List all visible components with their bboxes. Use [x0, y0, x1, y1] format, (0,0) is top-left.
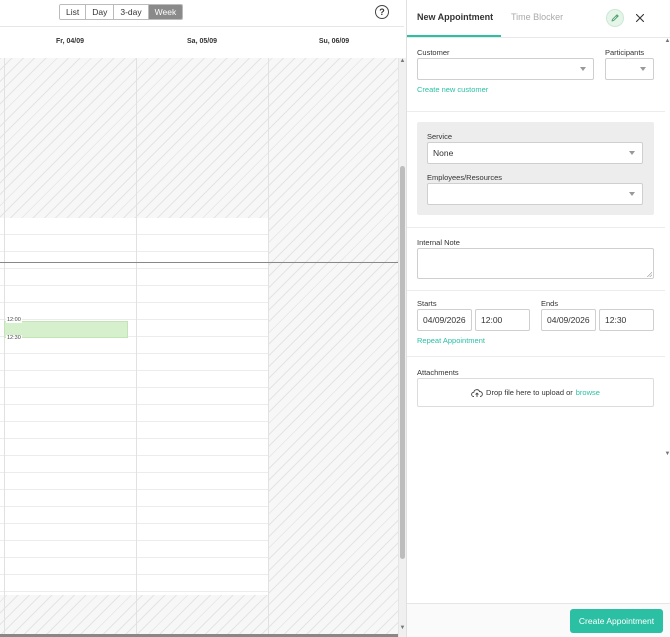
day-header-fri: Fr, 04/09 [55, 38, 85, 45]
column-divider [268, 58, 269, 635]
participants-select[interactable] [605, 58, 654, 80]
employees-label: Employees/Resources [427, 173, 503, 182]
pencil-icon [611, 14, 619, 22]
internal-note-textarea[interactable] [417, 248, 654, 279]
close-icon [635, 13, 645, 23]
appointment-event[interactable] [4, 321, 128, 338]
scrollbar-thumb[interactable] [400, 166, 405, 559]
divider [407, 356, 665, 357]
working-hours-block[interactable] [0, 218, 268, 595]
create-customer-link[interactable]: Create new customer [417, 85, 488, 94]
starts-label: Starts [417, 299, 437, 308]
view-week-button[interactable]: Week [148, 5, 183, 19]
scroll-down-icon[interactable]: ▼ [399, 625, 406, 631]
start-time-input[interactable]: 12:00 [475, 309, 530, 331]
employees-select[interactable] [427, 183, 643, 205]
chevron-down-icon [580, 67, 586, 71]
tab-time-blocker[interactable]: Time Blocker [511, 12, 563, 22]
service-select[interactable]: None [427, 142, 643, 164]
chevron-down-icon [629, 151, 635, 155]
calendar: List Day 3-day Week ? Fr, 04/09 Sa, 05/0… [0, 0, 406, 637]
cloud-upload-icon [471, 388, 483, 397]
end-time-input[interactable]: 12:30 [599, 309, 654, 331]
day-header-sat: Sa, 05/09 [187, 38, 217, 45]
tab-new-appointment[interactable]: New Appointment [417, 12, 493, 22]
view-3day-button[interactable]: 3-day [114, 5, 149, 19]
close-button[interactable] [631, 9, 649, 27]
create-appointment-button[interactable]: Create Appointment [570, 609, 663, 633]
customer-select[interactable] [417, 58, 594, 80]
service-value: None [433, 148, 454, 158]
scroll-up-icon[interactable]: ▲ [399, 58, 406, 64]
attachment-dropzone[interactable]: Drop file here to upload or browse [417, 378, 654, 407]
service-section: Service None Employees/Resources [417, 122, 654, 215]
help-icon[interactable]: ? [375, 5, 389, 19]
event-start-time: 12:00 [6, 317, 22, 323]
start-date-input[interactable]: 04/09/2026 [417, 309, 472, 331]
panel-scrollbar[interactable]: ▲ ▼ [664, 38, 670, 462]
appointment-panel: New Appointment Time Blocker Customer Pa… [406, 0, 670, 637]
calendar-grid[interactable]: 12:00 12:30 [0, 58, 398, 635]
resize-handle-icon[interactable] [647, 272, 652, 277]
divider [407, 111, 665, 112]
ends-label: Ends [541, 299, 559, 308]
calendar-scrollbar[interactable]: ▲ ▼ [398, 58, 406, 637]
service-label: Service [427, 132, 453, 141]
drop-text: Drop file here to upload or [486, 388, 573, 397]
scroll-down-icon[interactable]: ▼ [664, 451, 670, 457]
participants-label: Participants [605, 48, 645, 57]
view-day-button[interactable]: Day [86, 5, 115, 19]
day-headers: Fr, 04/09 Sa, 05/09 Su, 06/09 [0, 38, 398, 52]
scroll-up-icon[interactable]: ▲ [664, 38, 670, 44]
customer-label: Customer [417, 48, 450, 57]
internal-note-label: Internal Note [417, 238, 460, 247]
edit-button[interactable] [606, 9, 624, 27]
view-list-button[interactable]: List [60, 5, 87, 19]
view-switcher: List Day 3-day Week [59, 4, 184, 20]
day-header-sun: Su, 06/09 [318, 38, 350, 45]
column-divider [4, 58, 5, 635]
panel-tabs: New Appointment Time Blocker [407, 0, 670, 38]
chevron-down-icon [629, 192, 635, 196]
divider [407, 227, 665, 228]
current-time-line [0, 262, 398, 263]
attachments-label: Attachments [417, 368, 459, 377]
browse-link[interactable]: browse [576, 388, 600, 397]
divider [407, 290, 665, 291]
column-divider [136, 58, 137, 635]
event-end-time: 12:30 [6, 335, 22, 341]
active-tab-indicator [407, 35, 501, 37]
chevron-down-icon [640, 67, 646, 71]
end-date-input[interactable]: 04/09/2026 [541, 309, 596, 331]
repeat-appointment-link[interactable]: Repeat Appointment [417, 336, 485, 345]
divider [0, 26, 404, 27]
